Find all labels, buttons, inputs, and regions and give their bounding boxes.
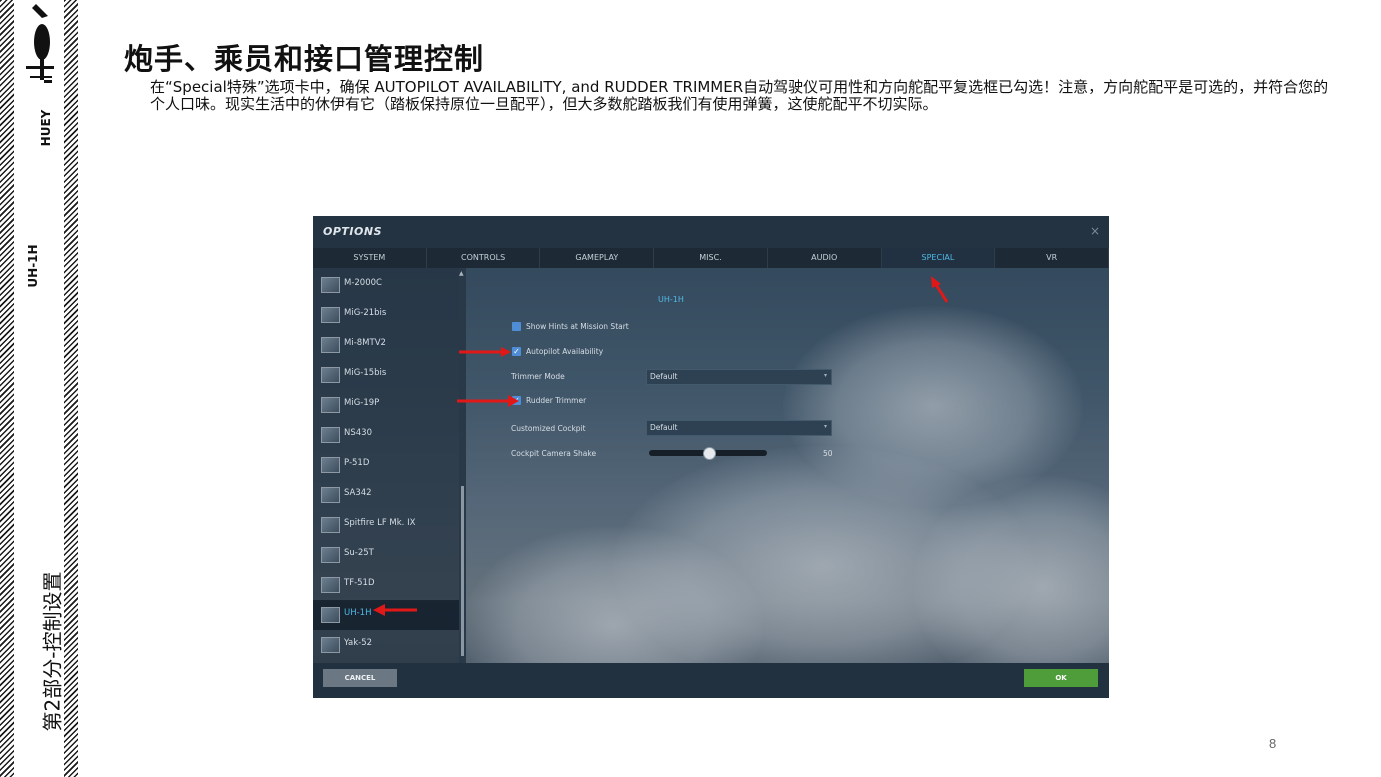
aircraft-name: SA342 <box>344 488 372 498</box>
ok-button[interactable]: OK <box>1024 669 1098 687</box>
close-icon[interactable]: × <box>1090 224 1100 238</box>
left-sidebar: HUEY UH-1H 第2部分-控制设置 <box>0 0 78 777</box>
aircraft-icon <box>321 547 340 563</box>
aircraft-name: Yak-52 <box>344 638 373 648</box>
sidebar-nickname: HUEY <box>39 109 53 147</box>
trimmer-mode-label: Trimmer Mode <box>511 372 565 381</box>
aircraft-name: M-2000C <box>344 278 382 288</box>
camera-shake-value: 50 <box>823 449 833 458</box>
cancel-button[interactable]: CANCEL <box>323 669 397 687</box>
aircraft-icon <box>321 517 340 533</box>
aircraft-icon <box>321 277 340 293</box>
helicopter-icon <box>26 4 54 83</box>
aircraft-icon <box>321 427 340 443</box>
list-item[interactable]: Yak-52 <box>313 630 459 660</box>
list-item[interactable]: P-51D <box>313 450 459 480</box>
tab-gameplay[interactable]: GAMEPLAY <box>540 248 655 268</box>
aircraft-icon <box>321 637 340 653</box>
scroll-up-icon[interactable]: ▲ <box>459 270 464 277</box>
list-item[interactable]: MiG-21bis <box>313 300 459 330</box>
aircraft-name: NS430 <box>344 428 372 438</box>
tab-misc[interactable]: MISC. <box>654 248 768 268</box>
rudder-trimmer-label: Rudder Trimmer <box>526 396 587 405</box>
tab-special[interactable]: SPECIAL <box>881 248 996 268</box>
options-footer <box>313 663 1109 698</box>
aircraft-name: Spitfire LF Mk. IX <box>344 518 416 528</box>
list-item[interactable]: NS430 <box>313 420 459 450</box>
arrow-icon <box>457 395 519 407</box>
aircraft-name: MiG-21bis <box>344 308 387 318</box>
page-number: 8 <box>1269 736 1277 751</box>
autopilot-label: Autopilot Availability <box>526 347 604 356</box>
trimmer-mode-value: Default <box>650 372 678 381</box>
options-title: OPTIONS <box>323 225 382 238</box>
autopilot-checkbox[interactable]: ✓ <box>512 347 521 356</box>
options-header: OPTIONS × <box>313 216 1109 248</box>
slider-knob[interactable] <box>703 447 716 460</box>
aircraft-icon <box>321 577 340 593</box>
aircraft-icon <box>321 397 340 413</box>
aircraft-icon <box>321 487 340 503</box>
arrow-icon <box>931 276 949 303</box>
hatch-border-left <box>0 0 14 777</box>
arrow-icon <box>459 347 511 357</box>
page-title: 炮手、乘员和接口管理控制 <box>124 42 485 76</box>
aircraft-name: UH-1H <box>344 608 372 618</box>
list-item[interactable]: TF-51D <box>313 570 459 600</box>
page-description: 在“Special特殊”选项卡中，确保 AUTOPILOT AVAILABILI… <box>150 78 1329 113</box>
aircraft-name: Su-25T <box>344 548 374 558</box>
tab-system[interactable]: SYSTEM <box>313 248 427 268</box>
sidebar-aircraft: UH-1H <box>26 244 40 288</box>
aircraft-name: MiG-15bis <box>344 368 387 378</box>
options-screenshot: OPTIONS × SYSTEM CONTROLS GAMEPLAY MISC.… <box>313 216 1109 698</box>
scrollbar-thumb[interactable] <box>461 486 464 656</box>
aircraft-icon <box>321 607 340 623</box>
aircraft-name: P-51D <box>344 458 370 468</box>
chevron-down-icon: ▾ <box>823 372 827 379</box>
aircraft-list: M-2000C MiG-21bis Mi-8MTV2 MiG-15bis MiG… <box>313 268 459 663</box>
options-tabbar: SYSTEM CONTROLS GAMEPLAY MISC. AUDIO SPE… <box>313 248 1109 268</box>
aircraft-icon <box>321 457 340 473</box>
aircraft-name: TF-51D <box>344 578 375 588</box>
sidebar-section-title: 第2部分-控制设置 <box>40 571 65 732</box>
list-item[interactable]: Spitfire LF Mk. IX <box>313 510 459 540</box>
trimmer-mode-select[interactable]: Default ▾ <box>646 369 832 385</box>
hatch-border-right <box>64 0 78 777</box>
aircraft-icon <box>321 367 340 383</box>
list-item[interactable]: Su-25T <box>313 540 459 570</box>
camera-shake-label: Cockpit Camera Shake <box>511 449 597 458</box>
aircraft-icon <box>321 307 340 323</box>
list-item-selected[interactable]: UH-1H <box>313 600 459 630</box>
tab-audio[interactable]: AUDIO <box>768 248 882 268</box>
show-hints-label: Show Hints at Mission Start <box>526 322 629 331</box>
tab-vr[interactable]: VR <box>995 248 1109 268</box>
show-hints-checkbox[interactable] <box>512 322 521 331</box>
aircraft-icon <box>321 337 340 353</box>
list-item[interactable]: Mi-8MTV2 <box>313 330 459 360</box>
list-item[interactable]: SA342 <box>313 480 459 510</box>
tab-controls[interactable]: CONTROLS <box>427 248 541 268</box>
rudder-trimmer-checkbox[interactable]: ✓ <box>512 396 521 405</box>
chevron-down-icon: ▾ <box>823 423 827 430</box>
custom-cockpit-value: Default <box>650 423 678 432</box>
section-title: UH-1H <box>658 295 684 304</box>
custom-cockpit-label: Customized Cockpit <box>511 424 586 433</box>
list-item[interactable]: M-2000C <box>313 270 459 300</box>
list-item[interactable]: MiG-15bis <box>313 360 459 390</box>
aircraft-name: MiG-19P <box>344 398 380 408</box>
list-item[interactable]: MiG-19P <box>313 390 459 420</box>
aircraft-name: Mi-8MTV2 <box>344 338 386 348</box>
custom-cockpit-select[interactable]: Default ▾ <box>646 420 832 436</box>
